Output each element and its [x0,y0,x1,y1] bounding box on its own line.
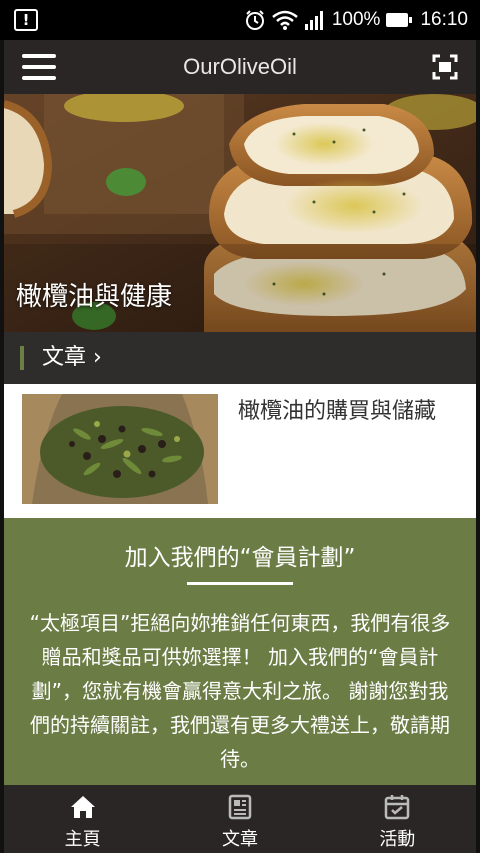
scan-icon[interactable] [432,54,458,80]
status-right: 100% 16:10 [244,0,468,40]
membership-body: “太極項目”拒絕向妳推銷任何東西，我們有很多贈品和獎品可供妳選擇！ 加入我們的“… [29,611,451,771]
article-title: 橄欖油的購買與儲藏 [238,399,437,424]
hamburger-menu-icon[interactable] [22,54,56,80]
nav-home-label: 主頁 [64,829,101,850]
alert-icon: ! [14,9,38,31]
membership-title: 加入我們的“會員計劃” [124,545,356,571]
wifi-icon [272,10,298,30]
nav-events[interactable]: 活動 [319,785,476,853]
hero-banner[interactable]: 橄欖油與健康 [4,94,476,332]
article-thumbnail [22,394,218,504]
status-bar: ! 100% 16:10 [0,0,480,40]
nav-articles[interactable]: 文章 [161,785,318,853]
nav-events-label: 活動 [379,829,416,850]
app-bar: OurOliveOil [4,40,476,94]
articles-section-header: 文章 › [4,332,476,384]
article-icon [228,794,252,820]
articles-section-link[interactable]: 文章 › [42,332,102,384]
membership-panel: 加入我們的“會員計劃” “太極項目”拒絕向妳推銷任何東西，我們有很多贈品和獎品可… [4,518,476,785]
membership-divider [187,582,293,585]
clock: 16:10 [420,9,468,30]
home-icon [70,796,95,818]
battery-icon [386,13,413,27]
signal-icon [304,11,323,30]
nav-articles-label: 文章 [221,829,258,850]
article-card[interactable]: 橄欖油的購買與儲藏 [4,384,476,518]
bottom-navigation: 主頁 文章 活動 [4,785,476,853]
app-title: OurOliveOil [183,54,297,79]
alarm-icon [245,10,264,30]
hero-title: 橄欖油與健康 [16,282,173,312]
section-accent-bar [20,346,24,370]
calendar-icon [385,795,410,820]
nav-home[interactable]: 主頁 [4,785,161,853]
battery-percent: 100% [331,9,381,30]
